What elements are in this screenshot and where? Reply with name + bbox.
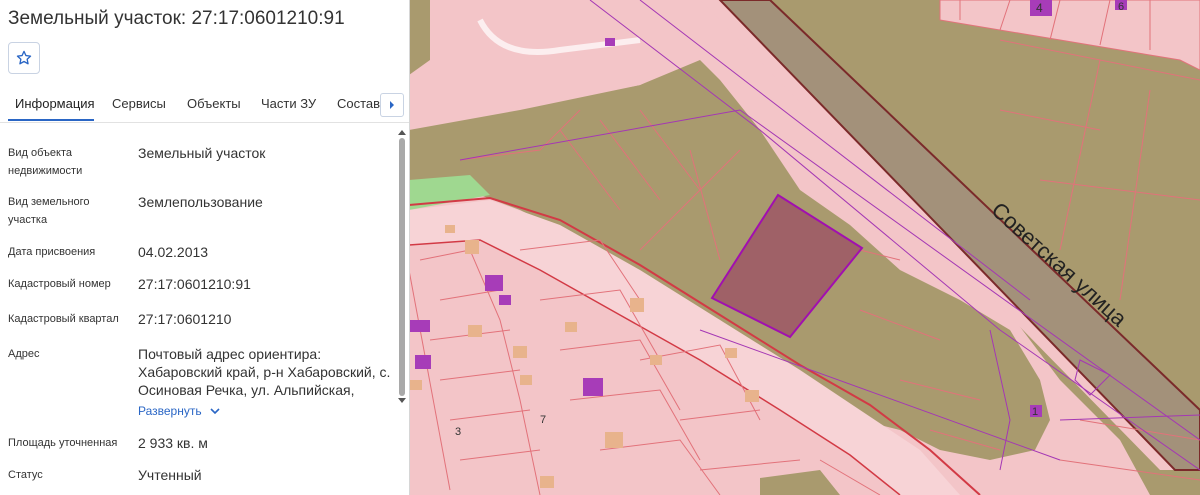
field-label: Вид земельного участка bbox=[8, 196, 90, 226]
scroll-down-arrow-icon[interactable] bbox=[398, 398, 406, 403]
tab-objects[interactable]: Объекты bbox=[187, 96, 241, 111]
field-label: Дата присвоения bbox=[8, 246, 96, 258]
panel-scrollbar[interactable] bbox=[398, 130, 407, 495]
parcel-number-label: 1 bbox=[1032, 406, 1038, 418]
parcel-number-label: 6 bbox=[1118, 1, 1124, 13]
chevron-right-icon bbox=[390, 101, 394, 109]
scrollbar-thumb[interactable] bbox=[399, 138, 405, 396]
active-tab-indicator bbox=[8, 119, 94, 121]
info-panel: Земельный участок: 27:17:0601210:91 Инфо… bbox=[0, 0, 410, 495]
field-value: Учтенный bbox=[138, 467, 202, 483]
tab-parts[interactable]: Части ЗУ bbox=[261, 96, 316, 111]
field-label: Адрес bbox=[8, 348, 40, 360]
field-value: Землепользование bbox=[138, 194, 263, 210]
map-canvas[interactable]: Советская улица 4 6 3 7 1 bbox=[409, 0, 1200, 495]
tab-composition[interactable]: Состав bbox=[337, 96, 380, 111]
tab-information[interactable]: Информация bbox=[15, 96, 95, 111]
tab-services[interactable]: Сервисы bbox=[112, 96, 166, 111]
field-label: Статус bbox=[8, 469, 43, 481]
favorite-button[interactable] bbox=[8, 42, 40, 74]
star-outline-icon bbox=[16, 50, 32, 65]
expand-address-link[interactable]: Развернуть bbox=[138, 404, 220, 418]
parcel-number-label: 4 bbox=[1036, 1, 1043, 15]
parcel-number-label: 3 bbox=[455, 426, 461, 438]
field-label: Кадастровый квартал bbox=[8, 313, 119, 325]
field-value: 2 933 кв. м bbox=[138, 435, 208, 451]
chevron-down-icon bbox=[210, 408, 220, 415]
field-label: Площадь уточненная bbox=[8, 437, 118, 449]
field-label: Кадастровый номер bbox=[8, 278, 111, 290]
field-value: 04.02.2013 bbox=[138, 244, 209, 260]
expand-label: Развернуть bbox=[138, 404, 202, 418]
tab-bar: Информация Сервисы Объекты Части ЗУ Сост… bbox=[0, 86, 409, 123]
field-value: Почтовый адрес ориентира: Хабаровский кр… bbox=[138, 346, 391, 398]
parcel-number-label: 7 bbox=[540, 414, 546, 426]
field-label: Вид объекта недвижимости bbox=[8, 147, 83, 177]
page-title: Земельный участок: 27:17:0601210:91 bbox=[8, 8, 345, 29]
tabs-scroll-right-button[interactable] bbox=[380, 93, 404, 117]
field-value: Земельный участок bbox=[138, 145, 266, 161]
field-value: 27:17:0601210 bbox=[138, 311, 232, 327]
scroll-up-arrow-icon[interactable] bbox=[398, 130, 406, 135]
cadastral-map[interactable]: Советская улица 4 6 3 7 1 bbox=[409, 0, 1200, 495]
field-value: 27:17:0601210:91 bbox=[138, 276, 251, 292]
